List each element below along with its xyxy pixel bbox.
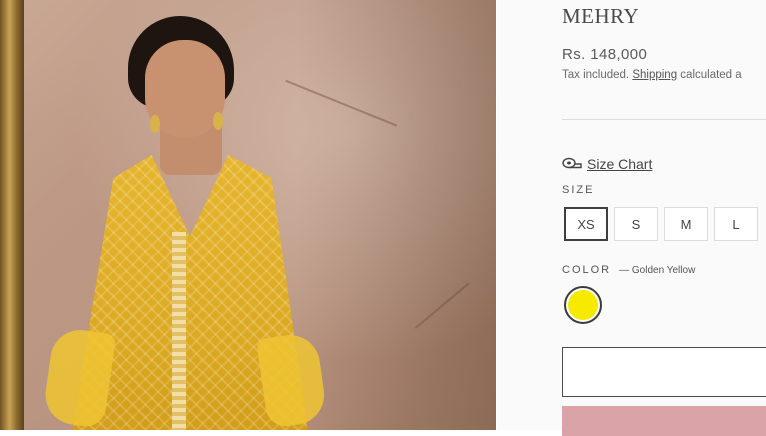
tax-suffix: calculated a <box>680 69 742 81</box>
size-chart-link[interactable]: Size Chart <box>562 156 652 172</box>
size-chart-label: Size Chart <box>587 156 653 172</box>
photo-frame-edge <box>0 0 24 430</box>
earring <box>213 112 223 130</box>
size-option-m[interactable]: M <box>664 207 708 241</box>
size-option-s[interactable]: S <box>614 207 658 241</box>
size-option-l[interactable]: L <box>714 207 758 241</box>
dress-placket <box>172 232 186 430</box>
earring <box>150 115 160 133</box>
ruler-tape-icon <box>562 157 582 171</box>
product-title: MEHRY <box>562 4 640 28</box>
product-info-panel: MEHRY Rs. 148,000 Tax included. Shipping… <box>497 0 766 436</box>
product-photo <box>0 0 496 430</box>
size-options: XS S M L <box>564 207 758 241</box>
photo-shadow <box>296 0 496 430</box>
size-label: SIZE <box>562 184 595 196</box>
size-option-xs[interactable]: XS <box>564 207 608 241</box>
color-label: COLOR <box>562 264 612 276</box>
color-value: — Golden Yellow <box>619 265 696 276</box>
swatch-dot <box>568 290 598 320</box>
color-swatch-golden-yellow[interactable] <box>564 286 602 324</box>
product-price: Rs. 148,000 <box>562 46 648 63</box>
color-row: COLOR — Golden Yellow <box>562 264 695 276</box>
shipping-link[interactable]: Shipping <box>632 69 677 81</box>
tax-note: Tax included. Shipping calculated a <box>562 69 742 81</box>
add-to-cart-button[interactable] <box>562 406 766 436</box>
divider <box>562 119 766 120</box>
quantity-box[interactable] <box>562 347 766 397</box>
tax-prefix: Tax included. <box>562 69 630 81</box>
